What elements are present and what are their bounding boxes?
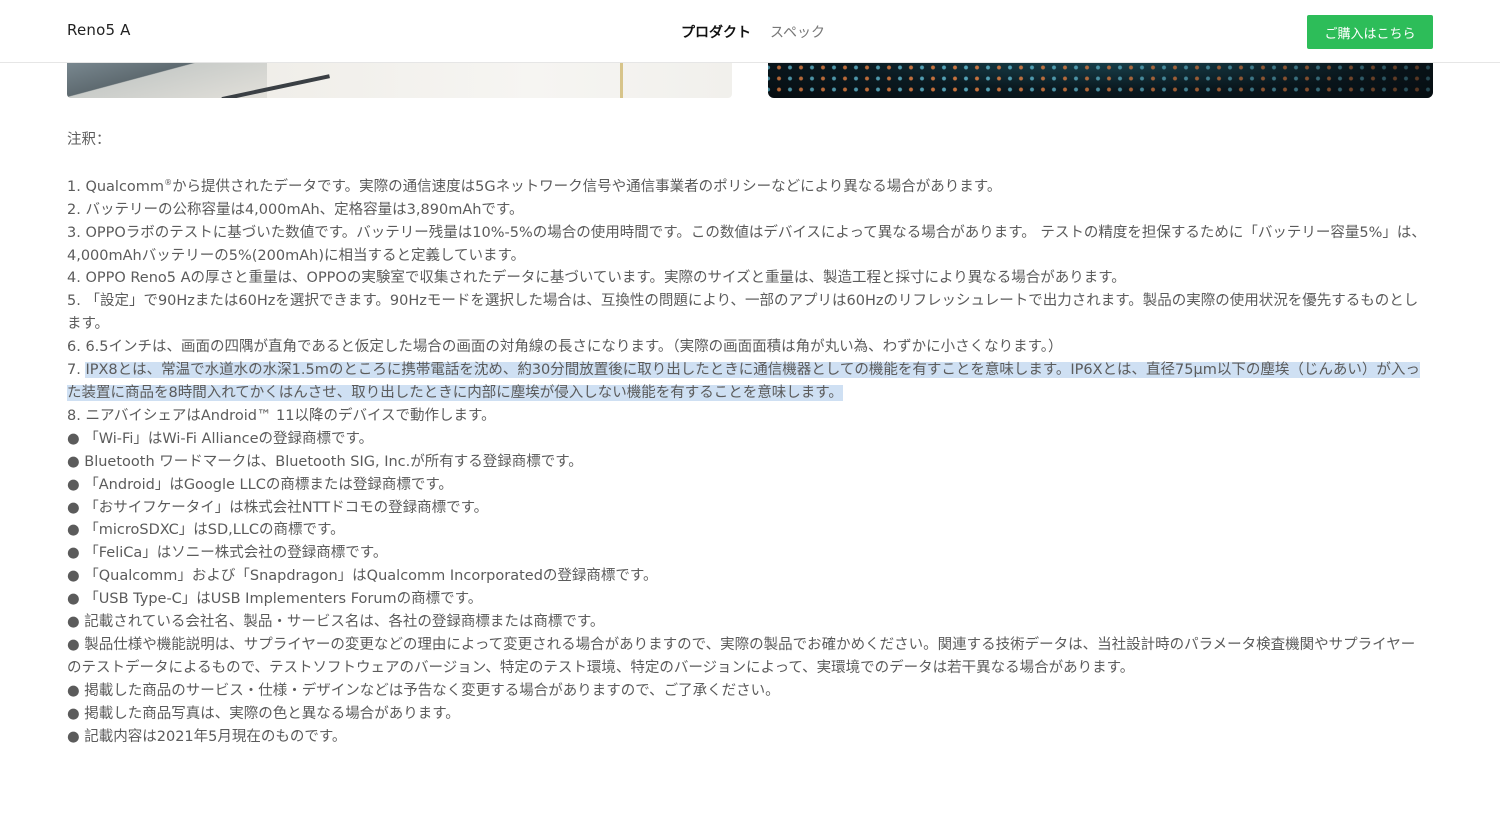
image-shade — [768, 60, 1433, 98]
note-text: ● 掲載した商品写真は、実際の色と異なる場合があります。 — [67, 705, 460, 722]
note-text: ● 「Wi-Fi」はWi-Fi Allianceの登録商標です。 — [67, 430, 374, 447]
note-line: 1. Qualcomm®から提供されたデータです。実際の通信速度は5Gネットワー… — [67, 172, 1437, 199]
note-line: ● 「FeliCa」はソニー株式会社の登録商標です。 — [67, 542, 1437, 565]
note-line: ● 掲載した商品写真は、実際の色と異なる場合があります。 — [67, 703, 1437, 726]
nav-link-spec[interactable]: スペック — [770, 22, 825, 42]
note-line: 8. ニアバイシェアはAndroid™ 11以降のデバイスで動作します。 — [67, 405, 1437, 428]
note-text: 4,000mAhバッテリーの5%(200mAh)に相当すると定義しています。 — [67, 247, 526, 264]
note-line: ● 記載内容は2021年5月現在のものです。 — [67, 726, 1437, 749]
note-text: から提供されたデータです。実際の通信速度は5Gネットワーク信号や通信事業者のポリ… — [172, 178, 1002, 195]
note-text: ● 記載内容は2021年5月現在のものです。 — [67, 728, 347, 745]
note-text: ● 製品仕様や機能説明は、サプライヤーの変更などの理由によって変更される場合があ… — [67, 636, 1416, 653]
note-line: ● 記載されている会社名、製品・サービス名は、各社の登録商標または商標です。 — [67, 611, 1437, 634]
registered-mark: ® — [164, 178, 173, 187]
note-line: ● Bluetooth ワードマークは、Bluetooth SIG, Inc.が… — [67, 451, 1437, 474]
selected-text[interactable]: IPX8とは、常温で水道水の水深1.5mのところに携帯電話を沈め、約30分間放置… — [85, 362, 1420, 379]
decor-line — [620, 60, 623, 98]
product-image-right — [768, 60, 1433, 98]
top-navigation-bar: Reno5 A プロダクト スペック ご購入はこちら — [0, 0, 1500, 63]
note-text: 1. Qualcomm — [67, 178, 165, 195]
note-text: ● 「Qualcomm」および「Snapdragon」はQualcomm Inc… — [67, 568, 658, 585]
note-text: ● 「FeliCa」はソニー株式会社の登録商標です。 — [67, 545, 388, 562]
note-text: 8. ニアバイシェアはAndroid™ 11以降のデバイスで動作します。 — [67, 407, 496, 424]
note-line: 7. IPX8とは、常温で水道水の水深1.5mのところに携帯電話を沈め、約30分… — [67, 359, 1437, 382]
note-line: ● 掲載した商品のサービス・仕様・デザインなどは予告なく変更する場合がありますの… — [67, 680, 1437, 703]
product-image-left — [67, 60, 732, 98]
note-line: 5. 「設定」で90Hzまたは60Hzを選択できます。90Hzモードを選択した場… — [67, 290, 1437, 313]
notes-heading: 注釈： — [67, 132, 111, 148]
note-line: ● 「おサイフケータイ」は株式会社NTTドコモの登録商標です。 — [67, 497, 1437, 520]
note-text: ● 掲載した商品のサービス・仕様・デザインなどは予告なく変更する場合がありますの… — [67, 682, 780, 699]
note-text: ● 「microSDXC」はSD,LLCの商標です。 — [67, 522, 345, 539]
note-line: ます。 — [67, 313, 1437, 336]
nav-link-product[interactable]: プロダクト — [681, 22, 751, 42]
note-text: ● 「おサイフケータイ」は株式会社NTTドコモの登録商標です。 — [67, 499, 489, 516]
note-line: 4,000mAhバッテリーの5%(200mAh)に相当すると定義しています。 — [67, 245, 1437, 268]
note-line: た装置に商品を8時間入れてかくはんさせ、取り出したときに内部に塵埃が侵入しない機… — [67, 382, 1437, 405]
note-line: 3. OPPOラボのテストに基づいた数値です。バッテリー残量は10%-5%の場合… — [67, 222, 1437, 245]
note-text: ます。 — [67, 316, 110, 333]
phone-edge — [214, 60, 330, 98]
note-text: 4. OPPO Reno5 Aの厚さと重量は、OPPOの実験室で収集されたデータ… — [67, 270, 1126, 287]
product-name[interactable]: Reno5 A — [67, 21, 131, 39]
note-line: ● 製品仕様や機能説明は、サプライヤーの変更などの理由によって変更される場合があ… — [67, 634, 1437, 657]
note-text: 5. 「設定」で90Hzまたは60Hzを選択できます。90Hzモードを選択した場… — [67, 293, 1419, 310]
nav-links: プロダクト スペック — [681, 22, 825, 42]
note-line: 6. 6.5インチは、画面の四隅が直角であると仮定した場合の画面の対角線の長さに… — [67, 336, 1437, 359]
note-text: 6. 6.5インチは、画面の四隅が直角であると仮定した場合の画面の対角線の長さに… — [67, 339, 1063, 356]
notes-list: 1. Qualcomm®から提供されたデータです。実際の通信速度は5Gネットワー… — [67, 172, 1437, 748]
selected-text[interactable]: た装置に商品を8時間入れてかくはんさせ、取り出したときに内部に塵埃が侵入しない機… — [67, 384, 843, 401]
note-line: のテストデータによるもので、テストソフトウェアのバージョン、特定のテスト環境、特… — [67, 657, 1437, 680]
note-line: ● 「Wi-Fi」はWi-Fi Allianceの登録商標です。 — [67, 428, 1437, 451]
note-line: ● 「USB Type-C」はUSB Implementers Forumの商標… — [67, 588, 1437, 611]
note-line: 4. OPPO Reno5 Aの厚さと重量は、OPPOの実験室で収集されたデータ… — [67, 267, 1437, 290]
note-text: ● 「Android」はGoogle LLCの商標または登録商標です。 — [67, 476, 453, 493]
note-line: ● 「microSDXC」はSD,LLCの商標です。 — [67, 519, 1437, 542]
note-line: ● 「Qualcomm」および「Snapdragon」はQualcomm Inc… — [67, 565, 1437, 588]
buy-button[interactable]: ご購入はこちら — [1307, 15, 1433, 49]
note-text: のテストデータによるもので、テストソフトウェアのバージョン、特定のテスト環境、特… — [67, 659, 1135, 676]
note-text: 2. バッテリーの公称容量は4,000mAh、定格容量は3,890mAhです。 — [67, 201, 524, 218]
note-text: ● 記載されている会社名、製品・サービス名は、各社の登録商標または商標です。 — [67, 614, 605, 631]
note-text: ● 「USB Type-C」はUSB Implementers Forumの商標… — [67, 591, 483, 608]
note-line: ● 「Android」はGoogle LLCの商標または登録商標です。 — [67, 474, 1437, 497]
note-text: 3. OPPOラボのテストに基づいた数値です。バッテリー残量は10%-5%の場合… — [67, 224, 1426, 241]
note-text: 7. — [67, 362, 86, 379]
note-line: 2. バッテリーの公称容量は4,000mAh、定格容量は3,890mAhです。 — [67, 199, 1437, 222]
note-text: ● Bluetooth ワードマークは、Bluetooth SIG, Inc.が… — [67, 453, 583, 470]
